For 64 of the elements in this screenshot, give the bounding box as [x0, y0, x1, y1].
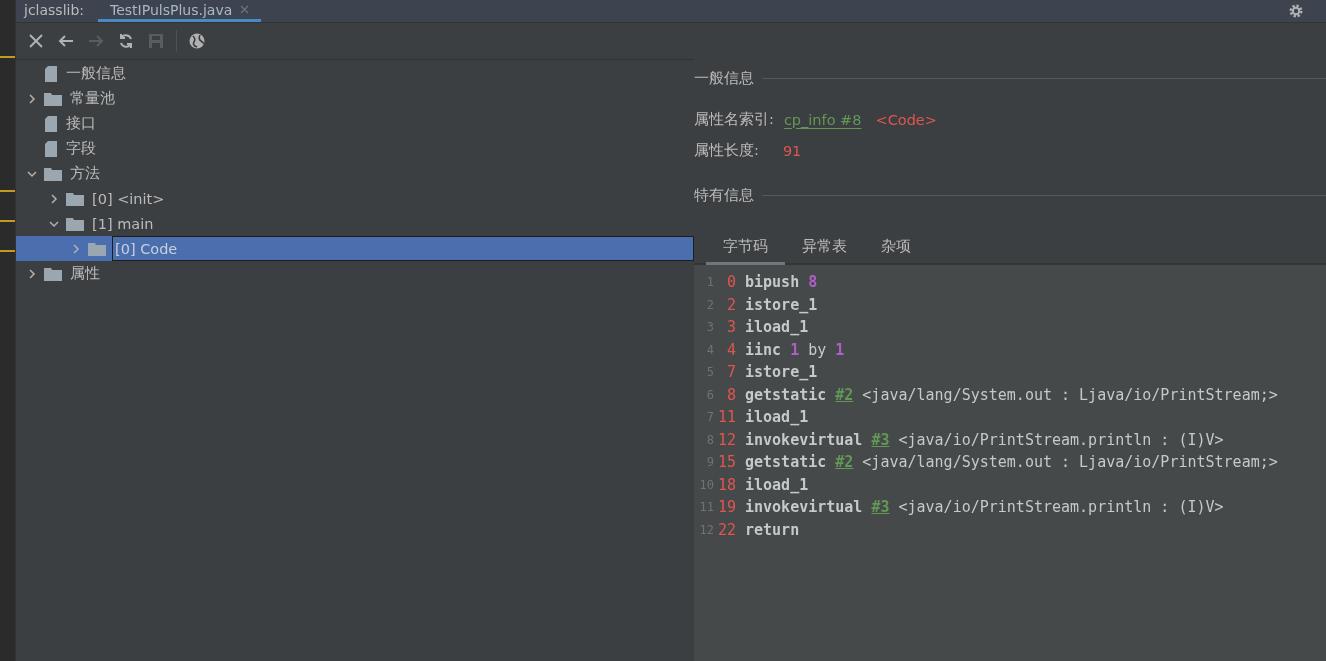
- bytecode-offset: 12: [716, 430, 736, 449]
- tree-item[interactable]: 方法: [68, 164, 102, 183]
- tree-item[interactable]: [0] <init>: [90, 190, 167, 207]
- bytecode-offset: 2: [725, 295, 736, 314]
- operand: 8: [808, 273, 818, 292]
- tree-item[interactable]: [1] main: [90, 215, 156, 232]
- tab[interactable]: 杂项: [864, 233, 928, 265]
- instruction: iload_1: [745, 408, 809, 427]
- cp-info-link[interactable]: cp_info #8: [783, 111, 862, 128]
- file-icon: [44, 140, 58, 157]
- bytecode-offset: 7: [725, 363, 736, 382]
- file-icon: [44, 65, 58, 82]
- instruction: iinc: [745, 340, 782, 359]
- code-text: <java/io/PrintStream.println : (I)V>: [898, 430, 1224, 449]
- section-title: 特有信息: [694, 186, 754, 205]
- tab[interactable]: 异常表: [785, 233, 864, 265]
- folder-icon: [66, 191, 84, 206]
- folder-icon: [44, 266, 62, 281]
- tree-item[interactable]: 字段: [64, 139, 98, 158]
- field-label: 属性名索引:: [694, 110, 774, 129]
- instruction: getstatic: [745, 453, 827, 472]
- tree-item[interactable]: 接口: [64, 114, 98, 133]
- tree-item[interactable]: 属性: [68, 264, 102, 283]
- operand: 1: [790, 340, 800, 359]
- tool-window-title: jclasslib:: [22, 1, 86, 20]
- bytecode-offset: 8: [725, 385, 736, 404]
- instruction: getstatic: [745, 385, 827, 404]
- instruction: istore_1: [745, 295, 818, 314]
- bytecode-offset: 15: [716, 453, 736, 472]
- instruction: iload_1: [745, 318, 809, 337]
- bytecode-offset: 19: [716, 498, 736, 517]
- instruction: invokevirtual: [745, 498, 863, 517]
- operand: 1: [835, 340, 845, 359]
- tree-item[interactable]: 常量池: [68, 89, 117, 108]
- bytecode-offset: 18: [716, 475, 736, 494]
- folder-icon: [88, 241, 106, 256]
- code-text: <java/lang/System.out : Ljava/io/PrintStream;>: [862, 453, 1278, 472]
- instruction: bipush: [745, 273, 800, 292]
- field-value: <Code>: [875, 111, 937, 128]
- instruction: invokevirtual: [745, 430, 863, 449]
- bytecode-offset: 11: [716, 408, 736, 427]
- bytecode-offset: 3: [725, 318, 736, 337]
- instruction: iload_1: [745, 475, 809, 494]
- instruction: return: [745, 520, 800, 539]
- code-text: <java/lang/System.out : Ljava/io/PrintStream;>: [862, 385, 1278, 404]
- tree-item[interactable]: 一般信息: [64, 64, 128, 83]
- chevron-icon[interactable]: [26, 92, 38, 105]
- bytecode-offset: 4: [725, 340, 736, 359]
- bytecode-offset: 0: [725, 273, 736, 292]
- code-text: <java/io/PrintStream.println : (I)V>: [898, 498, 1224, 517]
- field-label: 属性长度:: [694, 141, 759, 160]
- folder-icon: [66, 216, 84, 231]
- folder-icon: [44, 166, 62, 181]
- bytecode-offset: 22: [716, 520, 736, 539]
- field-value: 91: [782, 142, 802, 159]
- chevron-icon[interactable]: [26, 267, 38, 280]
- chevron-icon[interactable]: [48, 192, 60, 205]
- file-tab[interactable]: TestIPulsPlus.java: [98, 0, 262, 22]
- section-title: 一般信息: [694, 69, 754, 88]
- settings-icon[interactable]: [1288, 3, 1304, 19]
- file-icon: [44, 115, 58, 132]
- code-text: by: [808, 340, 827, 359]
- folder-icon: [44, 91, 62, 106]
- instruction: istore_1: [745, 363, 818, 382]
